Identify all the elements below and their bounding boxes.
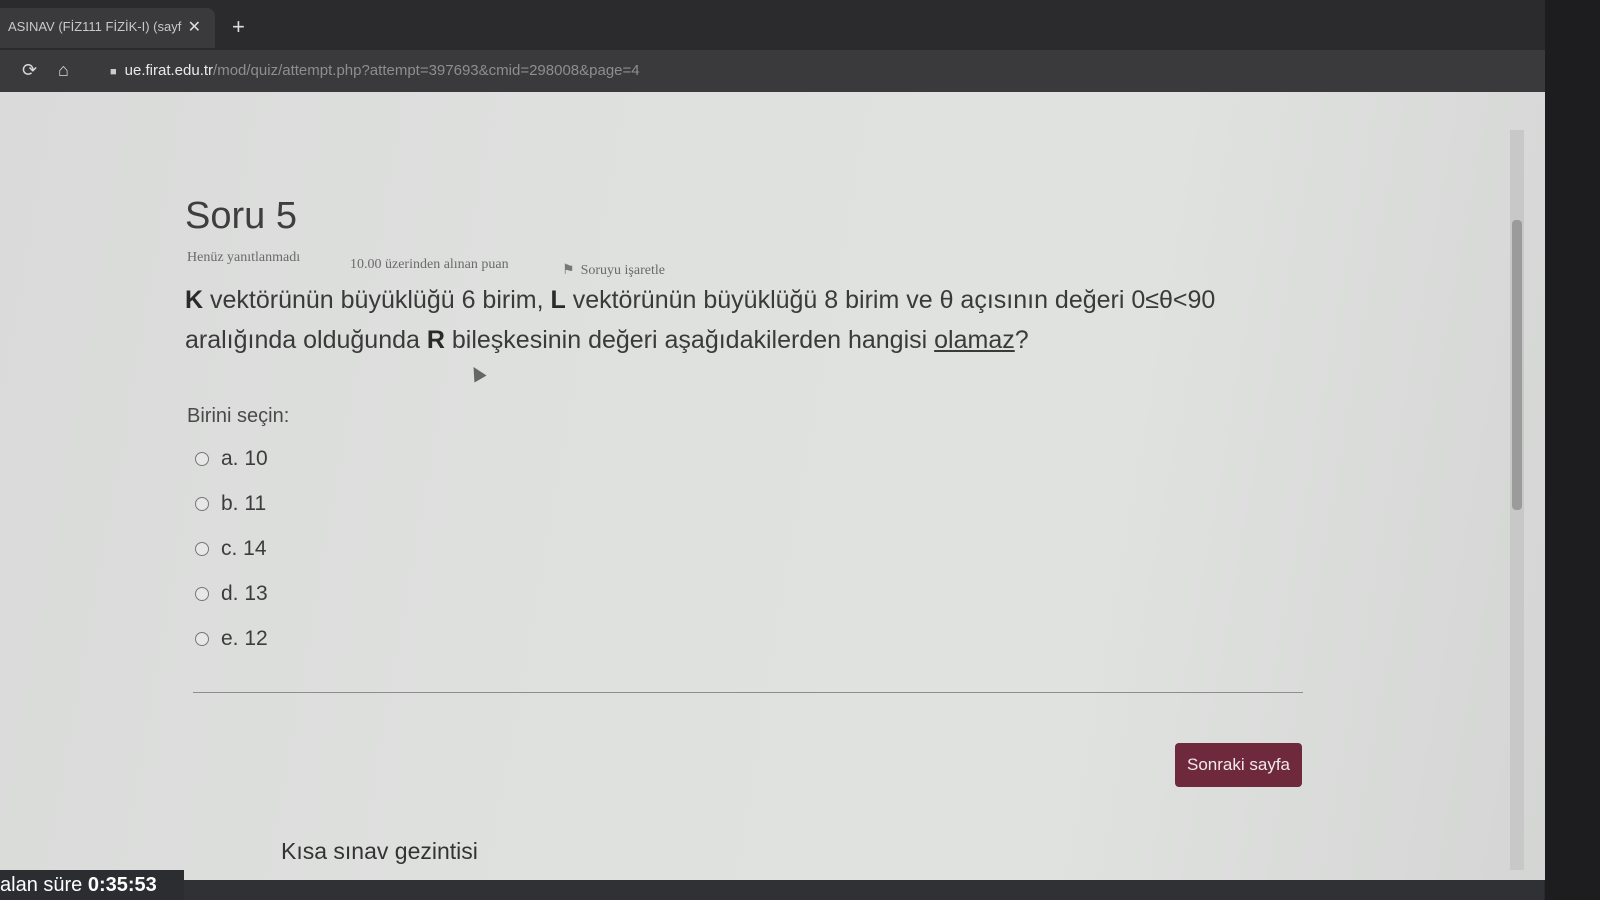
close-tab-icon[interactable]: ✕ bbox=[188, 17, 201, 37]
answer-option-d[interactable]: d. 13 bbox=[195, 582, 268, 606]
divider bbox=[193, 692, 1303, 693]
taskbar bbox=[184, 880, 1544, 900]
monitor-bezel bbox=[1545, 0, 1600, 900]
url-path: /mod/quiz/attempt.php?attempt=397693&cmi… bbox=[213, 62, 640, 79]
time-remaining: alan süre 0:35:53 bbox=[0, 870, 184, 900]
question-points: 10.00 üzerinden alınan puan bbox=[350, 257, 509, 272]
vector-r: R bbox=[426, 326, 445, 354]
answer-prompt: Birini seçin: bbox=[187, 405, 290, 427]
option-label: e. 12 bbox=[221, 627, 268, 650]
home-icon[interactable]: ⌂ bbox=[58, 60, 69, 81]
option-label: a. 10 bbox=[221, 447, 268, 470]
question-text-part3: bileşkesinin değeri aşağıdakilerden hang… bbox=[444, 326, 935, 354]
radio-button[interactable] bbox=[195, 542, 209, 556]
option-label: c. 14 bbox=[221, 537, 267, 560]
new-tab-icon[interactable]: + bbox=[232, 14, 245, 40]
radio-button[interactable] bbox=[195, 587, 209, 601]
option-label: b. 11 bbox=[221, 492, 267, 515]
scrollbar[interactable] bbox=[1510, 130, 1524, 870]
tab-title: ASINAV (FİZ111 FİZİK-I) (sayf bbox=[8, 19, 182, 34]
vector-l: L bbox=[550, 286, 566, 314]
address-toolbar: ⟳ ⌂ ■ ue.firat.edu.tr/mod/quiz/attempt.ph… bbox=[0, 50, 1600, 92]
answer-option-a[interactable]: a. 10 bbox=[195, 447, 268, 471]
question-text: K vektörünün büyüklüğü 6 birim, L vektör… bbox=[185, 280, 1305, 360]
radio-button[interactable] bbox=[195, 497, 209, 511]
timer-value: 0:35:53 bbox=[87, 874, 157, 896]
answer-option-e[interactable]: e. 12 bbox=[195, 627, 268, 651]
answer-option-b[interactable]: b. 11 bbox=[195, 492, 266, 516]
answer-option-c[interactable]: c. 14 bbox=[195, 537, 267, 561]
question-title: Soru 5 bbox=[185, 195, 297, 237]
url-host: ue.firat.edu.tr bbox=[124, 62, 214, 79]
lock-icon: ■ bbox=[110, 66, 117, 78]
question-text-end: ? bbox=[1014, 326, 1029, 354]
flag-label: Soruyu işaretle bbox=[580, 263, 665, 278]
radio-button[interactable] bbox=[195, 632, 209, 646]
question-text-part1: vektörünün büyüklüğü 6 birim, bbox=[203, 286, 551, 314]
browser-tab[interactable]: ASINAV (FİZ111 FİZİK-I) (sayf ✕ bbox=[0, 8, 215, 48]
quiz-navigation-title: Kısa sınav gezintisi bbox=[281, 838, 478, 864]
scrollbar-thumb[interactable] bbox=[1512, 220, 1522, 510]
question-status: Henüz yanıtlanmadı bbox=[187, 250, 301, 265]
reload-icon[interactable]: ⟳ bbox=[22, 60, 37, 81]
flag-question-link[interactable]: ⚑ Soruyu işaretle bbox=[562, 262, 665, 279]
radio-button[interactable] bbox=[195, 452, 209, 466]
option-label: d. 13 bbox=[221, 582, 268, 605]
question-text-emphasis: olamaz bbox=[934, 326, 1015, 354]
flag-icon: ⚑ bbox=[562, 263, 575, 278]
address-bar[interactable]: ■ ue.firat.edu.tr/mod/quiz/attempt.php?at… bbox=[110, 62, 640, 79]
next-page-button[interactable]: Sonraki sayfa bbox=[1175, 743, 1302, 787]
timer-label: alan süre bbox=[0, 874, 88, 896]
vector-k: K bbox=[185, 286, 204, 314]
